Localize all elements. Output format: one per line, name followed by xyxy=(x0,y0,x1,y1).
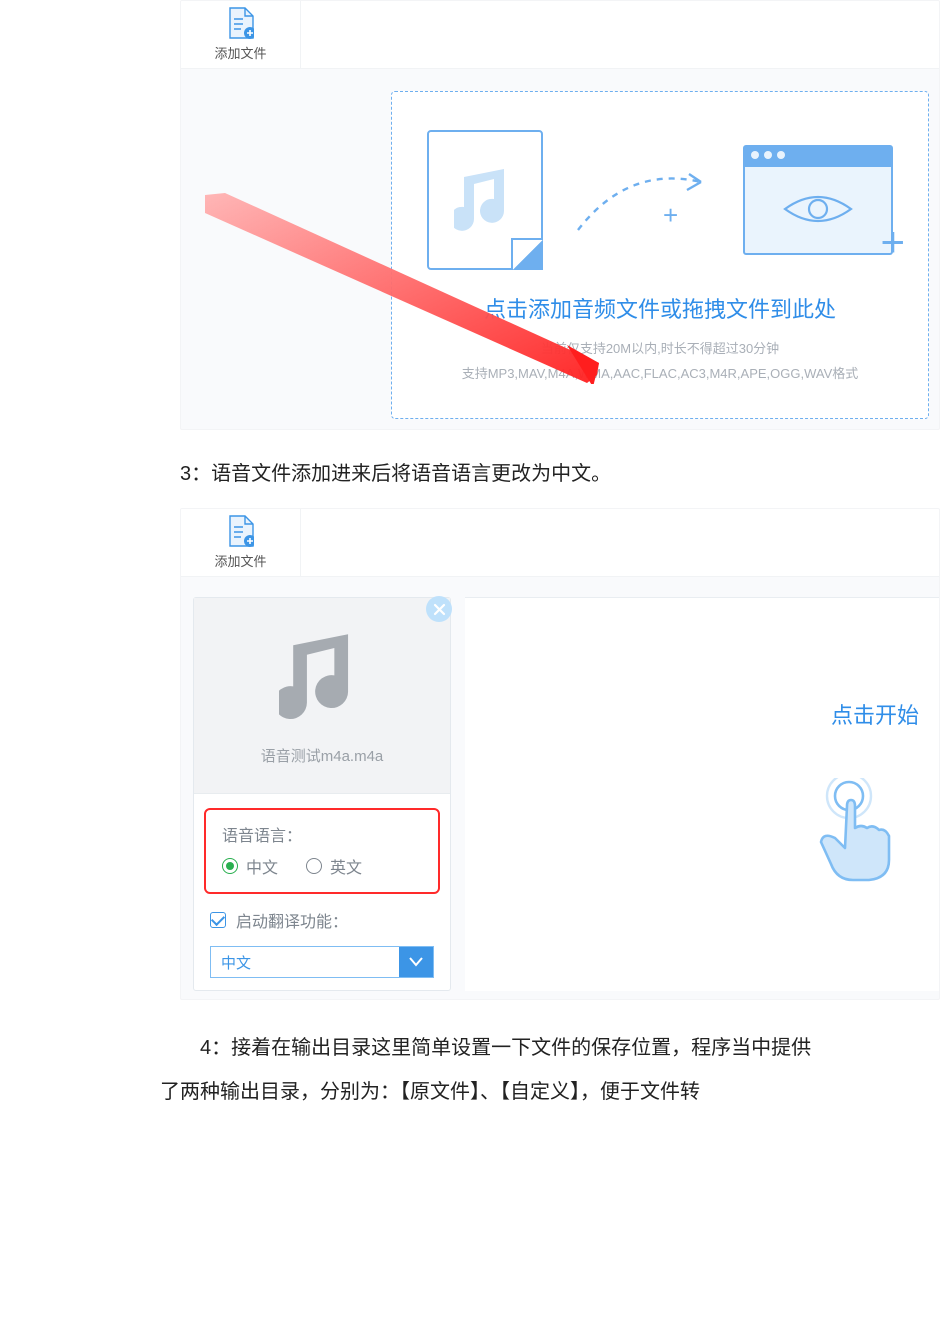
drop-zone-hint-1: 当前仅支持20M以内,时长不得超过30分钟 xyxy=(541,338,779,357)
music-note-icon xyxy=(454,163,516,238)
eye-icon xyxy=(745,189,891,229)
tap-hand-icon xyxy=(801,778,911,891)
translate-language-select[interactable]: 中文 xyxy=(210,946,434,978)
radio-chinese[interactable]: 中文 xyxy=(222,854,278,878)
document-add-icon xyxy=(228,7,254,39)
file-card: 语音测试m4a.m4a xyxy=(194,598,450,794)
radio-english[interactable]: 英文 xyxy=(306,854,362,878)
add-file-button[interactable]: 添加文件 xyxy=(181,1,301,69)
audio-file-icon xyxy=(427,130,543,270)
remove-file-button[interactable] xyxy=(426,596,452,622)
plus-icon: + xyxy=(880,221,905,263)
dashed-arrow-icon: + xyxy=(573,160,713,240)
translate-label: 启动翻译功能： xyxy=(236,908,348,932)
step-4-text: 4：接着在输出目录这里简单设置一下文件的保存位置，程序当中提供了两种输出目录，分… xyxy=(160,1026,825,1114)
language-selection-highlight: 语音语言： 中文 英文 xyxy=(204,808,440,894)
screenshot-dropzone: 添加文件 + xyxy=(180,0,940,430)
preview-window-icon: + xyxy=(743,145,893,255)
drop-zone-illustration: + + xyxy=(427,130,893,270)
drop-zone[interactable]: + + 点击添加音频文件或拖拽文件到此处 当前仅支持20M以内,时 xyxy=(391,91,929,419)
radio-chinese-label: 中文 xyxy=(246,854,278,878)
right-panel: 点击开始 xyxy=(465,597,939,991)
translate-checkbox[interactable] xyxy=(210,912,226,928)
select-value: 中文 xyxy=(211,952,399,973)
file-settings-panel: 语音测试m4a.m4a 语音语言： 中文 英文 启动翻译功能： xyxy=(193,597,451,991)
close-icon xyxy=(432,602,447,617)
toolbar-2: 添加文件 xyxy=(181,509,939,577)
file-name: 语音测试m4a.m4a xyxy=(261,745,384,766)
music-note-icon xyxy=(279,626,365,727)
page: 添加文件 + xyxy=(0,0,945,1144)
document-add-icon xyxy=(228,515,254,547)
add-file-label-2: 添加文件 xyxy=(214,551,266,570)
add-file-label: 添加文件 xyxy=(214,43,266,62)
svg-text:+: + xyxy=(663,200,678,230)
add-file-button-2[interactable]: 添加文件 xyxy=(181,509,301,577)
radio-icon xyxy=(306,858,322,874)
translate-row: 启动翻译功能： xyxy=(194,894,450,938)
language-label: 语音语言： xyxy=(222,822,422,846)
drop-zone-hint-2: 支持MP3,MAV,M4A,WMA,AAC,FLAC,AC3,M4R,APE,O… xyxy=(462,363,859,382)
page-fold-icon xyxy=(511,238,543,270)
language-radio-group: 中文 英文 xyxy=(222,854,422,878)
toolbar: 添加文件 xyxy=(181,1,939,69)
radio-icon xyxy=(222,858,238,874)
radio-english-label: 英文 xyxy=(330,854,362,878)
chevron-down-icon xyxy=(399,947,433,977)
screenshot-settings: 添加文件 语音测试m4a.m4a 语音语言： xyxy=(180,508,940,1000)
drop-zone-title: 点击添加音频文件或拖拽文件到此处 xyxy=(484,292,836,324)
start-text: 点击开始 xyxy=(831,698,919,730)
step-3-text: 3：语音文件添加进来后将语音语言更改为中文。 xyxy=(180,458,900,490)
